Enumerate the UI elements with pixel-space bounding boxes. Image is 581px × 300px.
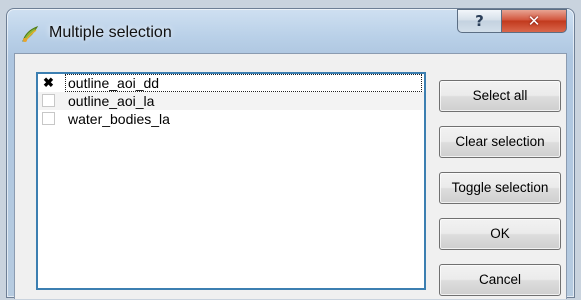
list-item-label: outline_aoi_la [68, 93, 155, 109]
ok-button[interactable]: OK [439, 218, 561, 250]
help-icon: ? [475, 12, 484, 30]
list-item-label: outline_aoi_dd [68, 75, 160, 91]
title-bar[interactable]: Multiple selection ? ✕ [7, 9, 574, 53]
qgis-app-icon [20, 24, 40, 44]
select-all-button[interactable]: Select all [439, 80, 561, 112]
checkbox-unchecked[interactable] [42, 94, 55, 107]
window-title: Multiple selection [49, 24, 172, 41]
list-item-label: water_bodies_la [68, 111, 170, 127]
clear-selection-button[interactable]: Clear selection [439, 126, 561, 158]
layer-list[interactable]: ✖ outline_aoi_dd outline_aoi_la water_bo… [36, 72, 426, 290]
list-item[interactable]: water_bodies_la [38, 110, 424, 128]
dialog-window: Multiple selection ? ✕ ✖ outline_aoi_dd … [6, 8, 575, 299]
help-button[interactable]: ? [457, 9, 501, 33]
list-item[interactable]: ✖ outline_aoi_dd [38, 74, 424, 92]
toggle-selection-button[interactable]: Toggle selection [439, 172, 561, 204]
list-item[interactable]: outline_aoi_la [38, 92, 424, 110]
close-button[interactable]: ✕ [501, 9, 567, 33]
dialog-client-area: ✖ outline_aoi_dd outline_aoi_la water_bo… [14, 53, 567, 299]
close-icon: ✕ [527, 12, 541, 30]
checkbox-unchecked[interactable] [42, 112, 55, 125]
caption-buttons: ? ✕ [457, 9, 567, 33]
checkbox-checked[interactable]: ✖ [42, 76, 55, 89]
cancel-button[interactable]: Cancel [439, 264, 561, 296]
